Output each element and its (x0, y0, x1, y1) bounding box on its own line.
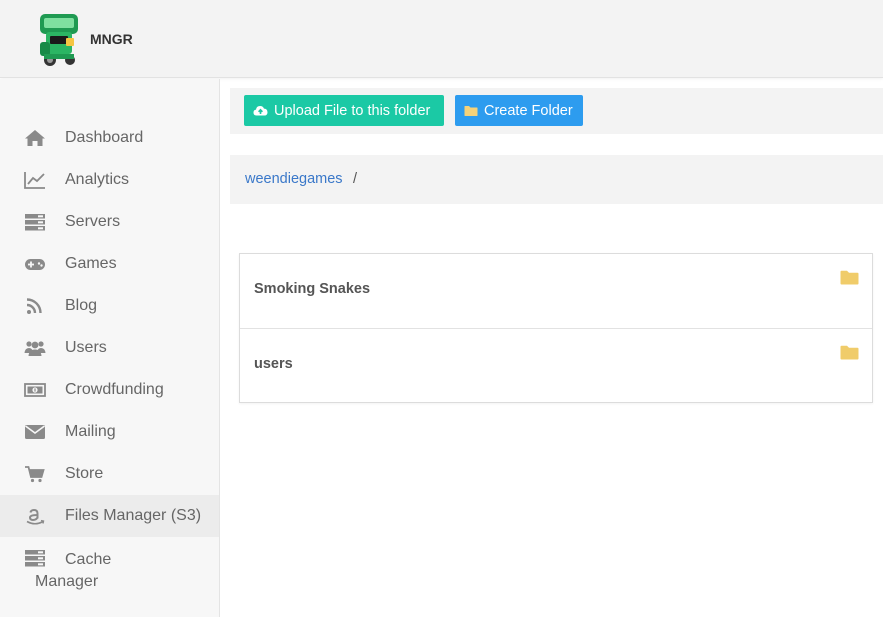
sidebar-item-label: Mailing (65, 423, 116, 440)
sidebar-item-label: Store (65, 465, 104, 482)
folder-icon (464, 105, 478, 116)
users-icon (24, 341, 46, 356)
create-folder-label: Create Folder (484, 102, 573, 119)
app-name: MNGR (90, 31, 133, 47)
rss-icon (26, 298, 42, 314)
sidebar-item-mailing[interactable]: Mailing (0, 411, 219, 453)
green-robot-logo[interactable] (36, 12, 82, 68)
sidebar-item-analytics[interactable]: Analytics (0, 159, 219, 201)
sidebar-item-files-manager[interactable]: Files Manager (S3) (0, 495, 219, 537)
sidebar-item-label: Blog (65, 297, 98, 314)
sidebar-item-label: Analytics (65, 171, 130, 188)
sidebar-item-users[interactable]: Users (0, 327, 219, 369)
folder-name: users (254, 356, 293, 372)
sidebar-item-cache-manager[interactable]: Cache Manager (0, 537, 219, 597)
sidebar-item-games[interactable]: Games (0, 243, 219, 285)
folder-row[interactable]: users (240, 328, 872, 402)
money-icon (24, 383, 46, 397)
upload-file-button[interactable]: Upload File to this folder (244, 95, 444, 126)
server-icon (25, 214, 45, 231)
folder-icon (840, 345, 859, 360)
folder-icon (840, 270, 859, 285)
toolbar: Upload File to this folder Create Folder (230, 88, 883, 134)
breadcrumb: weendiegames / (230, 155, 883, 204)
sidebar-item-label: Crowdfunding (65, 381, 164, 398)
shopping-cart-icon (25, 466, 45, 483)
sidebar-item-servers[interactable]: Servers (0, 201, 219, 243)
amazon-icon (26, 508, 45, 525)
sidebar-item-label: Servers (65, 213, 121, 230)
sidebar-item-dashboard[interactable]: Dashboard (0, 117, 219, 159)
sidebar-item-blog[interactable]: Blog (0, 285, 219, 327)
create-folder-button[interactable]: Create Folder (455, 95, 583, 126)
line-chart-icon (24, 172, 45, 189)
top-bar: MNGR (0, 0, 883, 78)
cloud-upload-icon (253, 106, 268, 116)
envelope-icon (25, 425, 45, 439)
home-icon (25, 130, 45, 146)
sidebar-item-label: Files Manager (S3) (65, 507, 202, 524)
breadcrumb-root-link[interactable]: weendiegames (245, 171, 343, 187)
sidebar-item-store[interactable]: Store (0, 453, 219, 495)
sidebar-item-label: Users (65, 339, 107, 356)
sidebar-item-label: Cache Manager (35, 551, 112, 590)
sidebar-item-crowdfunding[interactable]: Crowdfunding (0, 369, 219, 411)
folder-name: Smoking Snakes (254, 281, 371, 297)
breadcrumb-separator: / (353, 171, 358, 187)
folder-list: Smoking Snakes users (239, 253, 873, 403)
upload-file-label: Upload File to this folder (274, 102, 431, 119)
sidebar: Dashboard Analytics Servers Games Blog U… (0, 79, 220, 617)
gamepad-icon (25, 259, 45, 270)
folder-row[interactable]: Smoking Snakes (240, 254, 872, 328)
sidebar-item-label: Games (65, 255, 117, 272)
sidebar-item-label: Dashboard (65, 129, 144, 146)
